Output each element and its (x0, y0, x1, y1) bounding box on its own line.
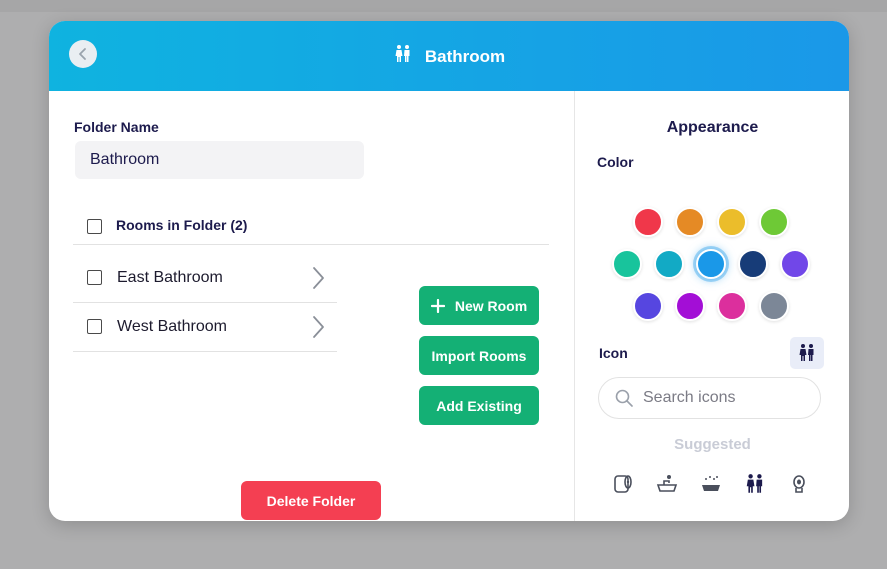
faucet-sink-icon[interactable] (654, 471, 680, 497)
color-swatch[interactable] (780, 249, 810, 279)
icon-search-box (598, 377, 821, 419)
delete-folder-button[interactable]: Delete Folder (241, 481, 381, 520)
color-swatch[interactable] (738, 249, 768, 279)
color-swatch[interactable] (612, 249, 642, 279)
modal-header: Bathroom (49, 21, 849, 91)
room-checkbox[interactable] (87, 319, 102, 334)
suggested-label: Suggested (674, 436, 751, 453)
color-swatch[interactable] (633, 291, 663, 321)
selected-icon-preview[interactable] (790, 337, 824, 369)
folder-details-pane: Folder Name Rooms in Folder (2) East Bat… (49, 91, 574, 521)
import-rooms-button[interactable]: Import Rooms (419, 336, 539, 375)
appearance-title: Appearance (666, 119, 759, 136)
header-title-wrap: Bathroom (49, 44, 849, 69)
rooms-in-folder-label: Rooms in Folder (2) (116, 217, 248, 233)
folder-name-input[interactable] (75, 141, 364, 179)
color-swatch[interactable] (717, 207, 747, 237)
room-row-east-bathroom[interactable]: East Bathroom (73, 254, 337, 303)
toilet-paper-icon[interactable] (610, 471, 636, 497)
color-swatch[interactable] (717, 291, 747, 321)
color-swatch[interactable] (696, 249, 726, 279)
rooms-list-header: Rooms in Folder (2) (73, 201, 549, 245)
room-name: West Bathroom (117, 318, 227, 335)
restroom-icon[interactable] (742, 471, 768, 497)
restroom-icon (799, 344, 814, 361)
chevron-right-icon[interactable] (311, 315, 325, 339)
room-name: East Bathroom (117, 269, 223, 286)
color-swatch[interactable] (675, 291, 705, 321)
color-label: Color (597, 154, 634, 170)
room-row-west-bathroom[interactable]: West Bathroom (73, 303, 337, 352)
color-swatch[interactable] (675, 207, 705, 237)
add-existing-button[interactable]: Add Existing (419, 386, 539, 425)
color-swatch[interactable] (759, 291, 789, 321)
folder-name-label: Folder Name (74, 119, 159, 135)
select-all-checkbox[interactable] (87, 219, 102, 234)
new-room-label: New Room (454, 297, 528, 314)
folder-edit-modal: Bathroom Folder Name Rooms in Folder (2)… (49, 21, 849, 521)
appearance-pane: Appearance Color Icon Suggested (574, 91, 849, 521)
shower-tub-icon[interactable] (698, 471, 724, 497)
search-icon (615, 389, 633, 407)
icon-search-input[interactable] (643, 389, 808, 407)
color-swatch[interactable] (759, 207, 789, 237)
room-checkbox[interactable] (87, 270, 102, 285)
page-title: Bathroom (424, 46, 506, 66)
icon-label: Icon (599, 345, 628, 361)
background-strip (0, 0, 887, 12)
restroom-icon (393, 44, 413, 69)
new-room-button[interactable]: New Room (419, 286, 539, 325)
color-swatch[interactable] (633, 207, 663, 237)
toilet-icon[interactable] (786, 471, 812, 497)
chevron-right-icon[interactable] (311, 266, 325, 290)
color-swatch[interactable] (654, 249, 684, 279)
plus-icon (430, 298, 445, 313)
